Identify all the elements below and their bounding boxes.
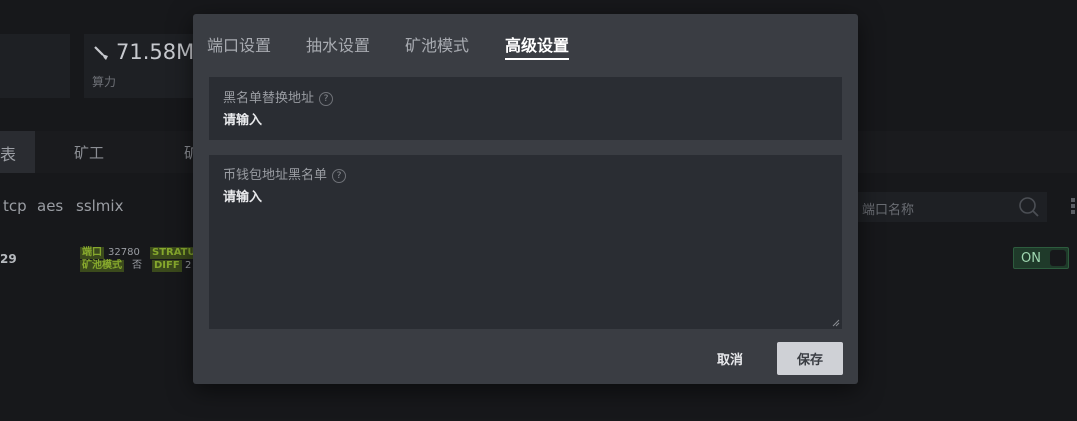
settings-modal: 端口设置 抽水设置 矿池模式 高级设置 黑名单替换地址? 币钱包地址黑名单? 取… bbox=[193, 14, 858, 384]
tab-active-label[interactable]: 表 bbox=[0, 141, 16, 165]
stratum-tag: STRATU bbox=[150, 247, 198, 259]
toggle-label: ON bbox=[1021, 251, 1041, 266]
pool-mode-value: 否 bbox=[132, 260, 142, 271]
wallet-blacklist-label-text: 币钱包地址黑名单 bbox=[223, 168, 328, 183]
tab-miner[interactable]: 矿工 bbox=[74, 142, 104, 163]
port-value: 32780 bbox=[108, 247, 140, 258]
blacklist-replace-input[interactable] bbox=[223, 113, 823, 128]
help-icon[interactable]: ? bbox=[332, 169, 347, 183]
more-icon[interactable] bbox=[1070, 196, 1076, 216]
toggle-knob bbox=[1050, 250, 1066, 266]
search-placeholder: 端口名称 bbox=[862, 203, 915, 218]
tab-advanced-settings[interactable]: 高级设置 bbox=[505, 32, 569, 56]
wallet-blacklist-label: 币钱包地址黑名单? bbox=[223, 164, 347, 183]
resize-handle-icon[interactable] bbox=[832, 319, 840, 327]
row-number: 29 bbox=[0, 252, 17, 266]
wallet-blacklist-field: 币钱包地址黑名单? bbox=[209, 155, 842, 329]
diff-value: 2 bbox=[185, 260, 192, 271]
stat-card-left bbox=[0, 34, 70, 98]
pool-mode-tag: 矿池模式 bbox=[80, 260, 124, 272]
active-tab-indicator bbox=[505, 58, 569, 60]
tab-port-settings[interactable]: 端口设置 bbox=[207, 32, 271, 56]
tab-fee-settings[interactable]: 抽水设置 bbox=[306, 32, 370, 56]
help-icon[interactable]: ? bbox=[319, 92, 334, 106]
protocol-filter-tcp[interactable]: tcp bbox=[3, 197, 27, 215]
on-toggle[interactable]: ON bbox=[1013, 247, 1069, 269]
cancel-button[interactable]: 取消 bbox=[705, 344, 755, 372]
diff-tag: DIFF bbox=[152, 260, 182, 272]
hashrate-label: 算力 bbox=[92, 75, 117, 89]
blacklist-replace-field: 黑名单替换地址? bbox=[209, 77, 842, 140]
wallet-blacklist-textarea[interactable] bbox=[223, 186, 823, 316]
save-button[interactable]: 保存 bbox=[777, 342, 843, 375]
hashrate-value: 71.58M bbox=[116, 40, 195, 64]
blacklist-replace-label-text: 黑名单替换地址 bbox=[223, 91, 315, 106]
protocol-filter-sslmix[interactable]: sslmix bbox=[76, 197, 123, 215]
tab-pool-mode[interactable]: 矿池模式 bbox=[405, 32, 469, 56]
protocol-filter-aes[interactable]: aes bbox=[37, 197, 63, 215]
port-tag: 端口 bbox=[80, 247, 104, 259]
search-icon[interactable] bbox=[1018, 196, 1040, 218]
shovel-icon bbox=[94, 46, 108, 60]
blacklist-replace-label: 黑名单替换地址? bbox=[223, 87, 334, 106]
